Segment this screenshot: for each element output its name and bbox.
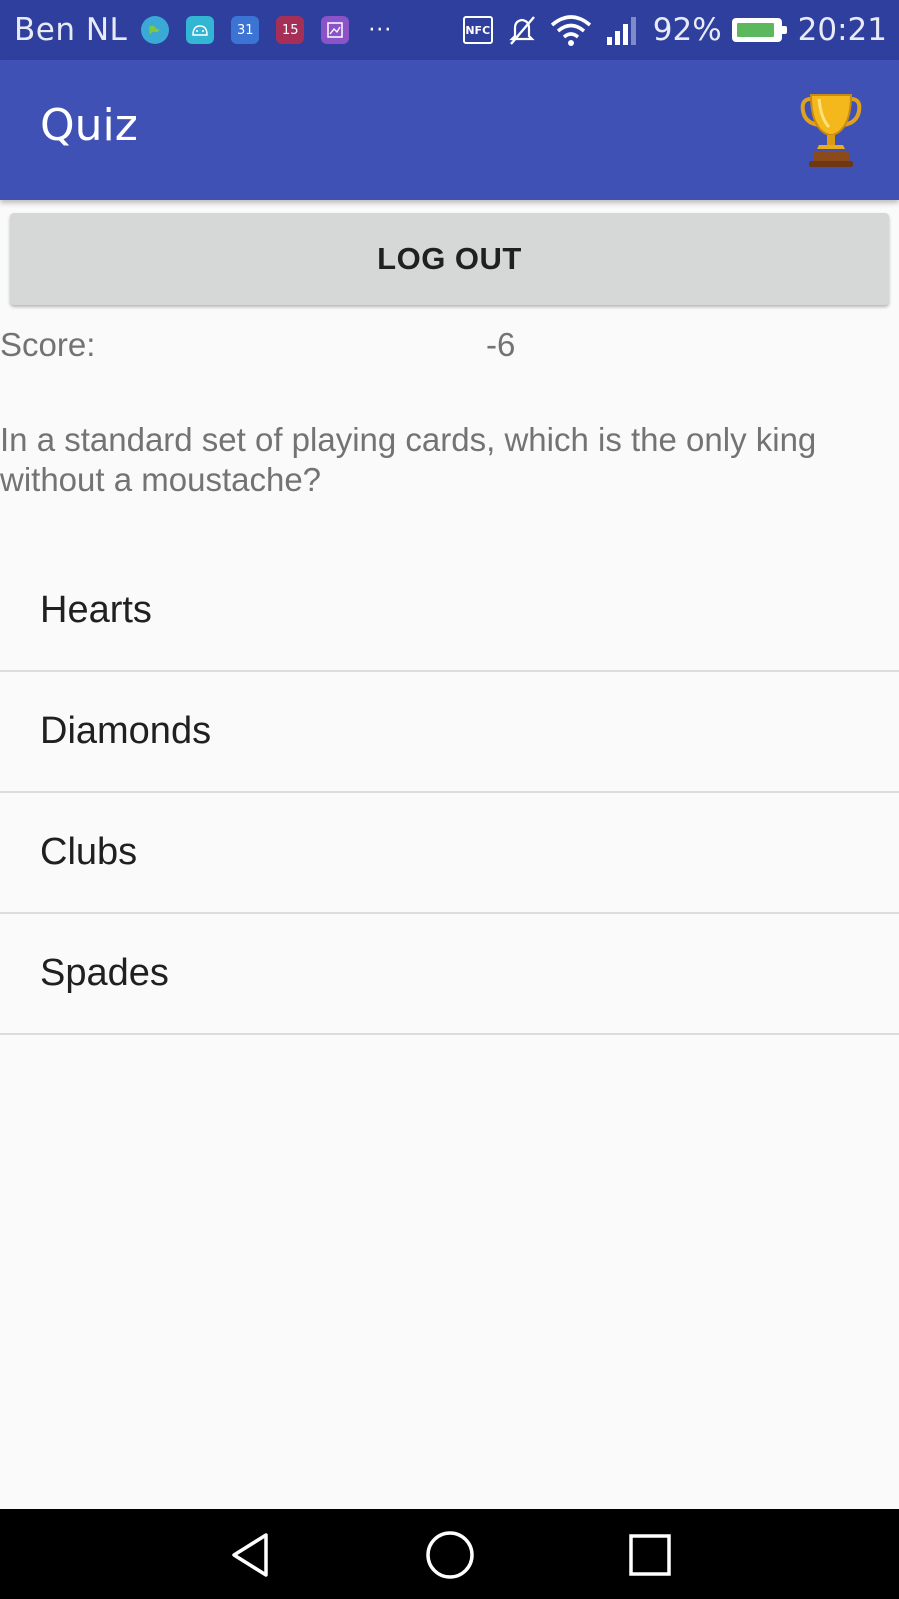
more-notifications-icon: ··· <box>368 17 393 43</box>
wifi-icon <box>549 13 593 47</box>
home-icon[interactable] <box>424 1529 476 1581</box>
clock: 20:21 <box>797 12 887 48</box>
app-bar: Quiz <box>0 60 899 200</box>
nfc-icon: NFC <box>462 16 493 44</box>
answer-label: Clubs <box>40 831 138 873</box>
logout-button[interactable]: LOG OUT <box>10 213 889 305</box>
number-badge-icon: 15 <box>276 16 305 44</box>
carrier-name: Ben NL <box>14 12 128 48</box>
answer-option-hearts[interactable]: Hearts <box>0 551 899 672</box>
status-left: Ben NL 31 15 ··· <box>0 12 392 48</box>
image-icon <box>321 16 350 44</box>
status-right: NFC 92% 20:21 <box>462 0 887 60</box>
answer-label: Hearts <box>40 589 152 631</box>
score-label: Score: <box>0 326 96 363</box>
globe-icon <box>141 16 170 44</box>
answer-option-diamonds[interactable]: Diamonds <box>0 672 899 793</box>
back-icon[interactable] <box>224 1529 276 1581</box>
app-title: Quiz <box>40 100 138 151</box>
navigation-bar <box>0 1509 899 1599</box>
answer-list: Hearts Diamonds Clubs Spades <box>0 551 899 1035</box>
question-text: In a standard set of playing cards, whic… <box>0 421 817 498</box>
battery-icon <box>731 18 787 42</box>
signal-icon <box>605 15 641 45</box>
battery-tip <box>781 26 787 34</box>
score-value: -6 <box>486 326 516 363</box>
battery-percent: 92% <box>652 12 722 48</box>
recents-icon[interactable] <box>624 1529 676 1581</box>
battery-fill <box>736 23 774 37</box>
mute-icon <box>507 14 537 46</box>
status-bar: Ben NL 31 15 ··· NFC 92% 20:21 <box>0 0 899 60</box>
answer-label: Spades <box>40 952 169 994</box>
trophy-icon[interactable] <box>793 88 869 172</box>
answer-label: Diamonds <box>40 710 212 752</box>
answer-option-spades[interactable]: Spades <box>0 914 899 1035</box>
answer-option-clubs[interactable]: Clubs <box>0 793 899 914</box>
calendar-icon: 31 <box>231 16 260 44</box>
android-icon <box>186 16 215 44</box>
